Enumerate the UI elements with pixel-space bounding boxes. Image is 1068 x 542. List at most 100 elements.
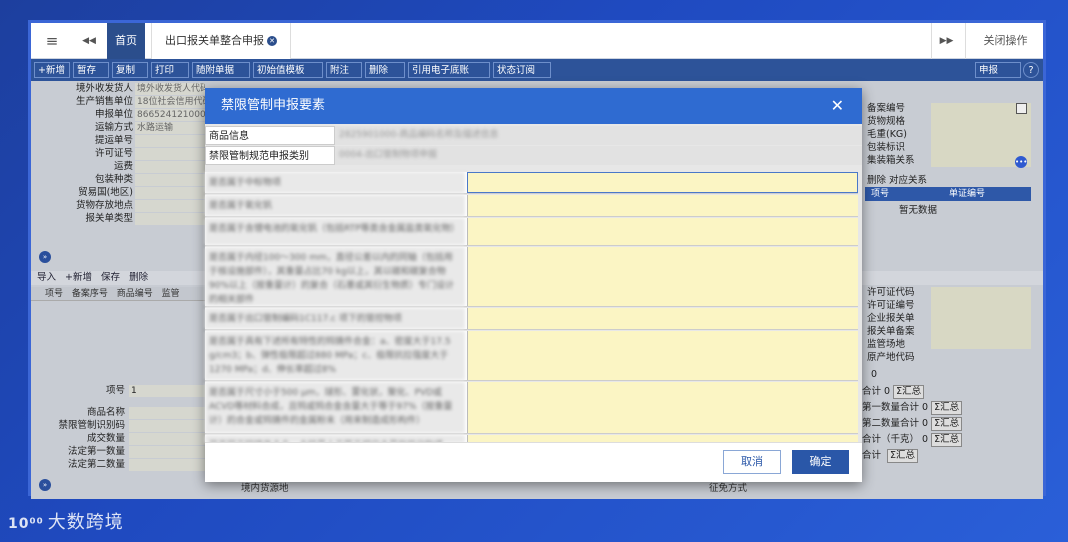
checkbox[interactable] <box>1016 103 1027 114</box>
tab-home[interactable]: 首页 <box>107 23 145 59</box>
more-icon[interactable]: ••• <box>1015 156 1027 168</box>
source-label: 境内货源地 <box>241 483 289 494</box>
form-value[interactable] <box>135 148 205 160</box>
sum-button[interactable]: Σ汇总 <box>931 417 963 431</box>
note-button[interactable]: 附注 <box>326 62 362 78</box>
sum-button[interactable]: Σ汇总 <box>931 401 963 415</box>
form-label: 商品名称 <box>86 407 125 418</box>
cancel-button[interactable]: 取消 <box>723 450 781 474</box>
form-label: 包装种类 <box>94 174 133 185</box>
form-value[interactable] <box>135 174 205 186</box>
tab-close-icon[interactable]: ✕ <box>267 36 277 46</box>
rel-empty-text: 暂无数据 <box>899 205 938 216</box>
goods-delete-button[interactable]: 删除 <box>129 272 148 283</box>
subscribe-button[interactable]: 状态订阅 <box>493 62 551 78</box>
back-icon[interactable]: ◀◀ <box>71 23 107 59</box>
right-label: 毛重(KG) <box>867 129 908 140</box>
form-value[interactable] <box>135 213 205 225</box>
element-question: 是否属于具有下述所有特性的钨铸件合金：a、密度大于17.5 g/cm3；b、弹性… <box>205 331 465 380</box>
form-value[interactable]: 8665241210000 <box>135 109 205 121</box>
element-question: 是否属于出口管制编码1C117.c 项下的管控物项 <box>205 308 465 329</box>
delete-button[interactable]: 删除 <box>365 62 405 78</box>
element-question: 是否属于中标物项 <box>205 172 465 193</box>
info-row: 禁限管制规范申报类别 0004-出口管制物项申报 <box>205 146 862 165</box>
element-question: 是否属于含锂电池的氧化钒（包括RTP等类含金属盐类氧化物） <box>205 218 465 245</box>
form-value[interactable] <box>129 446 205 458</box>
right-label: 原产地代码 <box>867 352 915 363</box>
print-button[interactable]: 打印 <box>151 62 189 78</box>
right-label: 集装箱关系 <box>867 155 915 166</box>
form-value[interactable] <box>129 433 205 445</box>
expand-icon[interactable]: » <box>39 251 51 263</box>
form-label: 运费 <box>113 161 133 172</box>
form-label: 贸易国(地区) <box>78 187 133 198</box>
form-value[interactable]: 18位社会信用代码 <box>135 96 205 108</box>
right-label: 备案编号 <box>867 103 906 114</box>
tab-export-declaration[interactable]: 出口报关单整合申报 ✕ <box>151 23 291 59</box>
form-value[interactable] <box>135 200 205 212</box>
form-label: 生产销售单位 <box>75 96 133 107</box>
form-label: 禁限管制识别码 <box>58 420 125 431</box>
form-value[interactable] <box>129 459 205 471</box>
form-value[interactable] <box>135 161 205 173</box>
copy-button[interactable]: 复制 <box>112 62 148 78</box>
element-answer-input[interactable] <box>467 218 858 245</box>
rel-delete-button[interactable]: 删除 <box>867 175 886 186</box>
declare-button[interactable]: 申报 <box>975 62 1021 78</box>
new-button[interactable]: +新增 <box>34 62 70 78</box>
rel-buttons: 删除 对应关系 <box>867 175 927 187</box>
confirm-button[interactable]: 确定 <box>792 450 849 474</box>
form-value[interactable] <box>129 407 205 419</box>
import-button[interactable]: 导入 <box>37 272 56 283</box>
element-row: 是否属于中标物项 <box>205 172 858 194</box>
element-row: 是否属于具有下述所有特性的钨铸件合金：a、密度大于17.5 g/cm3；b、弹性… <box>205 331 858 381</box>
form-value[interactable] <box>135 187 205 199</box>
expand-icon[interactable]: » <box>39 479 51 491</box>
goods-table-header: 项号 备案序号 商品编号 监管 <box>31 287 207 301</box>
rel-col-doc: 单证编号 <box>949 189 986 199</box>
element-answer-input[interactable] <box>467 247 858 306</box>
right-label: 货物规格 <box>867 116 906 127</box>
e-ledger-button[interactable]: 引用电子底账 <box>408 62 490 78</box>
form-label: 货物存放地点 <box>75 200 133 211</box>
next-icon[interactable]: ▶▶ <box>931 23 961 59</box>
toolbar: +新增 暂存 复制 打印 随附单据 初始值模板 附注 删除 引用电子底账 状态订… <box>31 59 1043 81</box>
element-answer-input[interactable] <box>467 195 858 216</box>
form-label: 法定第一数量 <box>67 446 125 457</box>
form-value[interactable]: 境外收发货人代码 <box>135 83 205 95</box>
form-value[interactable]: 水路运输 <box>135 122 205 134</box>
item-no-label: 项号 <box>105 385 125 396</box>
element-answer-input[interactable] <box>467 331 858 380</box>
element-answer-input[interactable] <box>467 382 858 433</box>
element-answer-input[interactable] <box>467 172 858 193</box>
sum-button[interactable]: Σ汇总 <box>893 385 925 399</box>
form-label: 申报单位 <box>94 109 133 120</box>
rel-map-button[interactable]: 对应关系 <box>889 175 927 186</box>
top-bar: ≡ ◀◀ 首页 出口报关单整合申报 ✕ ▶▶ 关闭操作 <box>31 23 1043 59</box>
attachments-button[interactable]: 随附单据 <box>192 62 250 78</box>
element-row: 是否属于氧化钒 <box>205 195 858 217</box>
form-value[interactable] <box>129 420 205 432</box>
right-label: 监管场地 <box>867 339 906 350</box>
save-draft-button[interactable]: 暂存 <box>73 62 109 78</box>
close-icon[interactable]: ✕ <box>831 88 844 124</box>
element-answer-input[interactable] <box>467 308 858 329</box>
help-icon[interactable]: ? <box>1023 62 1039 78</box>
info-key: 禁限管制规范申报类别 <box>205 146 335 165</box>
menu-icon[interactable]: ≡ <box>37 23 67 59</box>
template-button[interactable]: 初始值模板 <box>253 62 323 78</box>
sum-button[interactable]: Σ汇总 <box>887 449 919 463</box>
item-no-value[interactable]: 1 <box>129 385 205 397</box>
goods-save-button[interactable]: 保存 <box>101 272 120 283</box>
col-record-no: 备案序号 <box>71 289 108 299</box>
sum-button[interactable]: Σ汇总 <box>931 433 963 447</box>
sum-value: 0 <box>922 402 929 413</box>
element-row: 是否属于出口管制编码1C117.c 项下的管控物项 <box>205 308 858 330</box>
form-label: 成交数量 <box>86 433 125 444</box>
goods-new-button[interactable]: +新增 <box>65 272 92 283</box>
right-label: 许可证编号 <box>867 300 915 311</box>
close-ops-button[interactable]: 关闭操作 <box>965 23 1045 59</box>
right-label: 许可证代码 <box>867 287 915 298</box>
form-value[interactable] <box>135 135 205 147</box>
right-fields[interactable] <box>931 287 1031 349</box>
